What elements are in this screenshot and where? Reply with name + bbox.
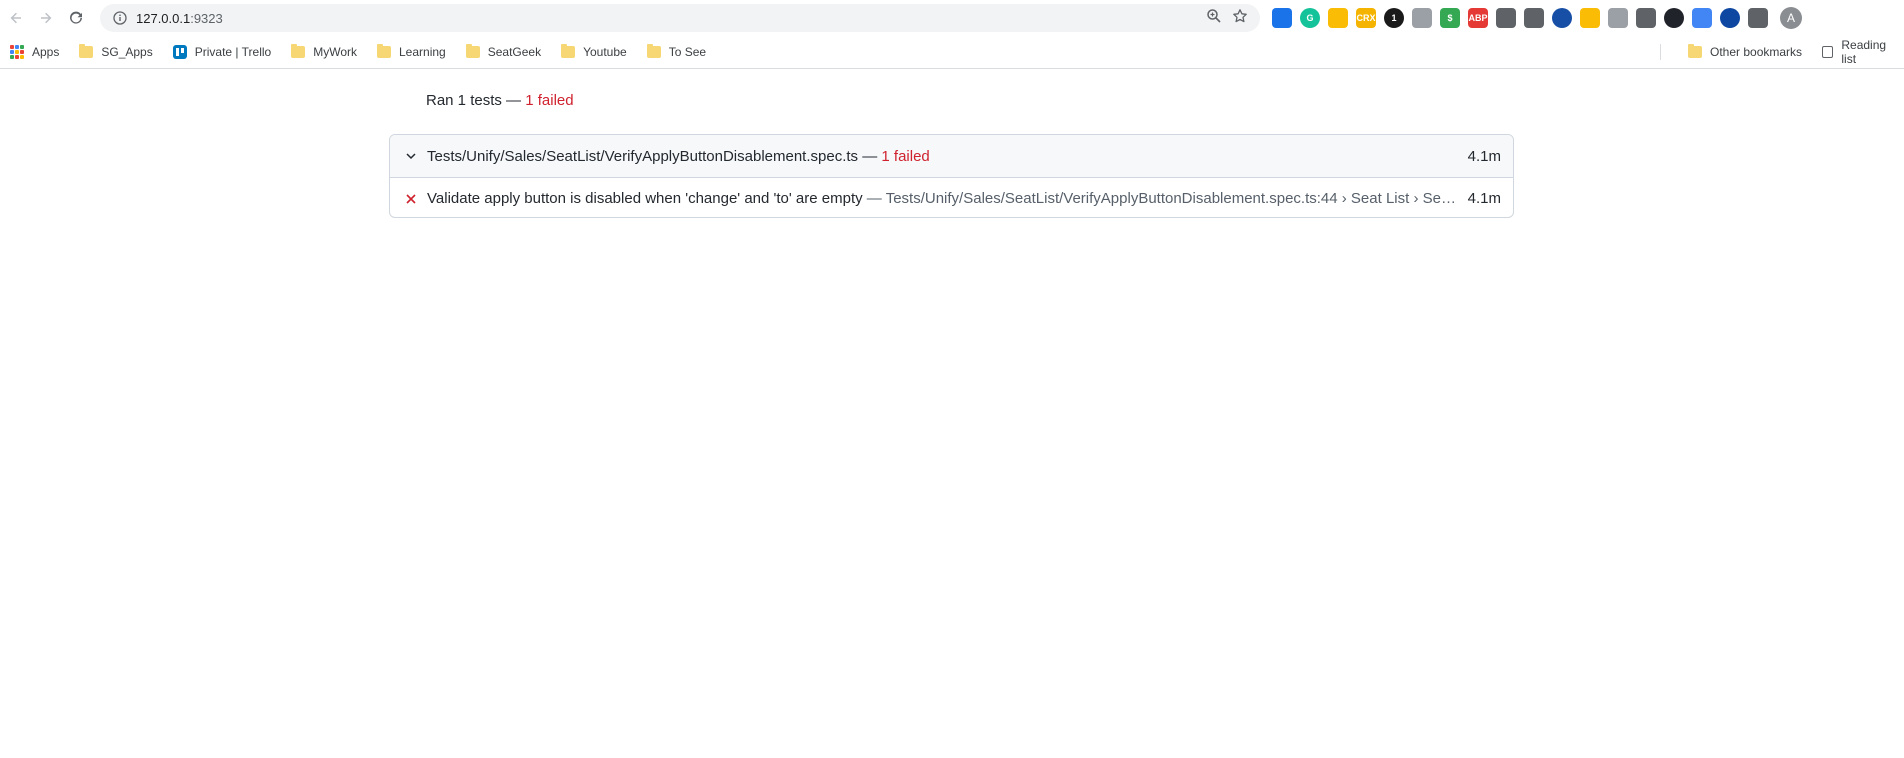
eyedropper-icon[interactable]: [1636, 8, 1656, 28]
grammarly-icon[interactable]: G: [1300, 8, 1320, 28]
suite-header[interactable]: Tests/Unify/Sales/SeatList/VerifyApplyBu…: [390, 135, 1513, 178]
ext-6-icon[interactable]: [1412, 8, 1432, 28]
reload-icon: [70, 11, 82, 24]
run-summary: Ran 1 tests — 1 failed: [426, 92, 574, 109]
bookmark-private-trello[interactable]: Private | Trello: [169, 40, 275, 64]
bookmark-sg-apps[interactable]: SG_Apps: [75, 40, 156, 64]
bookmark-other-bookmarks[interactable]: Other bookmarks: [1684, 40, 1806, 64]
bookmark-label: Apps: [32, 45, 60, 59]
test-duration: 4.1m: [1467, 190, 1501, 207]
suite-separator: —: [858, 147, 882, 165]
folder-icon: [561, 44, 576, 58]
ext-12-icon[interactable]: [1580, 8, 1600, 28]
bookmark-mywork[interactable]: MyWork: [287, 40, 361, 64]
forward-button[interactable]: [32, 4, 60, 32]
reading-list-button[interactable]: Reading list: [1818, 38, 1904, 66]
bookmark-label: Private | Trello: [194, 45, 272, 59]
zoom-icon[interactable]: [1206, 8, 1222, 29]
suite-failed-count: 1 failed: [881, 147, 930, 165]
bookmark-label: Learning: [399, 45, 446, 59]
bookmark-label: MyWork: [313, 45, 357, 59]
test-row[interactable]: Validate apply button is disabled when '…: [390, 178, 1513, 217]
folder-icon: [291, 44, 306, 58]
ext-10-icon[interactable]: [1524, 8, 1544, 28]
onepassword-icon[interactable]: 1: [1384, 8, 1404, 28]
chevron-down-icon[interactable]: [403, 148, 419, 164]
google-drive-icon[interactable]: [1328, 8, 1348, 28]
browser-toolbar: 127.0.0.1:9323 G CRX 1 $ ABP A: [0, 0, 1904, 36]
ext-1-icon[interactable]: [1272, 8, 1292, 28]
url-port: :9323: [190, 10, 223, 26]
bookmark-label: Youtube: [583, 45, 627, 59]
apps-grid-icon: [10, 45, 24, 59]
url-text[interactable]: 127.0.0.1:9323: [136, 11, 223, 26]
arrow-left-icon: [10, 12, 21, 24]
folder-icon: [465, 44, 480, 58]
bookmark-learning[interactable]: Learning: [373, 40, 450, 64]
bookmark-label: SG_Apps: [101, 45, 153, 59]
crx-icon[interactable]: CRX: [1356, 8, 1376, 28]
failed-x-icon: [403, 191, 419, 207]
reading-list-icon: [1822, 46, 1834, 58]
site-info-icon[interactable]: [110, 8, 130, 28]
reload-button[interactable]: [62, 4, 90, 32]
folder-icon: [79, 44, 94, 58]
adblock-plus-icon[interactable]: ABP: [1468, 8, 1488, 28]
react-devtools-icon[interactable]: [1664, 8, 1684, 28]
test-title: Validate apply button is disabled when '…: [427, 190, 863, 207]
ext-16-icon[interactable]: [1692, 8, 1712, 28]
folder-icon: [1688, 44, 1702, 58]
url-host: 127.0.0.1: [136, 10, 191, 26]
reading-list-label: Reading list: [1841, 38, 1887, 66]
bookmark-label: Other bookmarks: [1710, 45, 1803, 59]
ext-11-icon[interactable]: [1552, 8, 1572, 28]
extensions-row: G CRX 1 $ ABP A: [1272, 6, 1802, 30]
trello-icon: [172, 45, 187, 59]
folder-icon: [377, 44, 391, 58]
summary-failed-link[interactable]: 1 failed: [525, 92, 573, 109]
bookmark-star-icon[interactable]: [1232, 8, 1248, 29]
summary-text: Ran 1 tests —: [426, 92, 526, 109]
bookmark-label: SeatGeek: [487, 45, 542, 59]
suite-file-path: Tests/Unify/Sales/SeatList/VerifyApplyBu…: [427, 147, 859, 165]
ext-7-icon[interactable]: $: [1440, 8, 1460, 28]
profile-avatar[interactable]: A: [1780, 7, 1802, 29]
suite-duration: 4.1m: [1467, 147, 1501, 165]
ext-17-icon[interactable]: [1720, 8, 1740, 28]
bookmark-youtube[interactable]: Youtube: [557, 40, 631, 64]
bookmark-to-see[interactable]: To See: [643, 40, 710, 64]
bookmarks-bar: Apps SG_Apps Private | Trello MyWork Lea…: [0, 36, 1904, 69]
extensions-puzzle-icon[interactable]: [1748, 8, 1768, 28]
arrow-right-icon: [41, 12, 52, 24]
vue-devtools-icon[interactable]: [1608, 8, 1628, 28]
ext-9-icon[interactable]: [1496, 8, 1516, 28]
bookmarks-divider: [1660, 44, 1661, 60]
test-file-suite: Tests/Unify/Sales/SeatList/VerifyApplyBu…: [389, 134, 1514, 218]
bookmark-label: To See: [668, 45, 707, 59]
bookmark-seatgeek[interactable]: SeatGeek: [462, 40, 545, 64]
back-button[interactable]: [2, 4, 30, 32]
test-location: — Tests/Unify/Sales/SeatList/VerifyApply…: [866, 190, 1464, 207]
bookmark-apps[interactable]: Apps: [6, 40, 63, 64]
folder-icon: [646, 44, 661, 58]
address-bar[interactable]: 127.0.0.1:9323: [100, 4, 1260, 32]
